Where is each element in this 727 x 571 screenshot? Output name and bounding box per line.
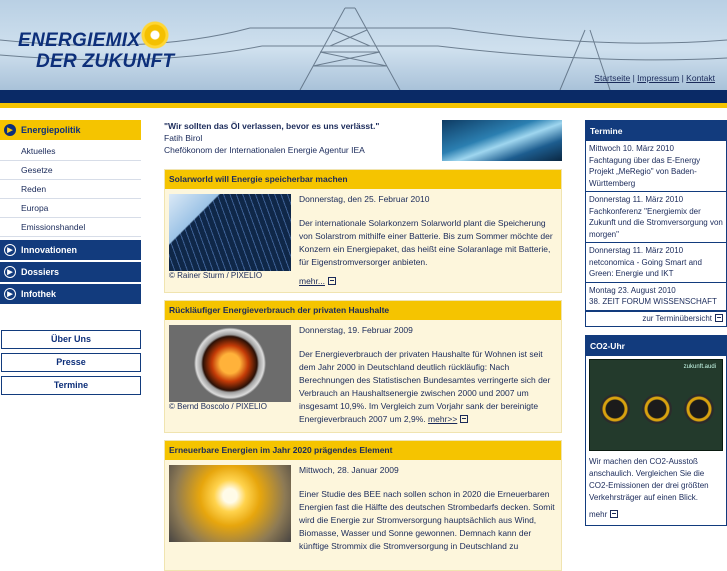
presse-button[interactable]: Presse bbox=[1, 353, 141, 372]
gauge-icon bbox=[642, 393, 672, 424]
external-link-icon bbox=[460, 415, 469, 423]
article-date: Mittwoch, 28. Januar 2009 bbox=[299, 465, 399, 475]
nav-sub-gesetze[interactable]: Gesetze bbox=[0, 161, 141, 180]
co2-box: CO2-Uhr zukunft.audi Wir machen den CO2-… bbox=[585, 334, 727, 526]
top-links: Startseite | Impressum | Kontakt bbox=[594, 73, 715, 83]
solar-panel-image bbox=[169, 194, 291, 271]
co2-clock-image[interactable]: zukunft.audi bbox=[589, 358, 723, 451]
external-link-icon bbox=[715, 313, 723, 322]
gauge-icon bbox=[684, 393, 714, 424]
header-accent-bar bbox=[0, 103, 727, 108]
termin-item[interactable]: Donnerstag 11. März 2010 Fachkonferenz "… bbox=[586, 192, 726, 243]
article-title[interactable]: Rückläufiger Energieverbrauch der privat… bbox=[165, 301, 561, 320]
arrow-circle-icon: ▶ bbox=[4, 124, 16, 136]
kontakt-link[interactable]: Kontakt bbox=[686, 73, 715, 83]
read-more-link[interactable]: mehr>> bbox=[428, 414, 457, 424]
impressum-link[interactable]: Impressum bbox=[637, 73, 679, 83]
nav-label: Infothek bbox=[21, 289, 56, 299]
image-caption: © Bernd Boscolo / PIXELIO bbox=[169, 402, 267, 411]
nav-energiepolitik[interactable]: ▶ Energiepolitik bbox=[0, 120, 141, 140]
header-banner: ENERGIEMIX DER ZUKUNFT Startseite | Impr… bbox=[0, 0, 727, 90]
termine-overview-link[interactable]: zur Terminübersicht bbox=[586, 310, 726, 326]
separator: | bbox=[632, 73, 635, 83]
heater-image bbox=[169, 325, 291, 402]
nav-sub-reden[interactable]: Reden bbox=[0, 180, 141, 199]
nav-label: Energiepolitik bbox=[21, 125, 81, 135]
nav-sub-emissionshandel[interactable]: Emissionshandel bbox=[0, 218, 141, 237]
article-body: Der internationale Solarkonzern Solarwor… bbox=[299, 218, 553, 267]
quote-image bbox=[442, 120, 562, 161]
external-link-icon bbox=[610, 509, 619, 518]
co2-title: CO2-Uhr bbox=[586, 335, 726, 356]
article-date: Donnerstag, 19. Februar 2009 bbox=[299, 325, 413, 335]
article-erneuerbare: Erneuerbare Energien im Jahr 2020 prägen… bbox=[164, 440, 562, 571]
image-caption: © Rainer Sturm / PIXELIO bbox=[169, 271, 263, 280]
external-link-icon bbox=[327, 277, 336, 285]
arrow-circle-icon: ▶ bbox=[4, 266, 16, 278]
termin-date: Donnerstag 11. März 2010 bbox=[589, 195, 684, 204]
article-title[interactable]: Erneuerbare Energien im Jahr 2020 prägen… bbox=[165, 441, 561, 460]
arrow-circle-icon: ▶ bbox=[4, 244, 16, 256]
co2-more-link[interactable]: mehr bbox=[586, 506, 726, 525]
termine-box: Termine Mittwoch 10. März 2010 Fachtagun… bbox=[585, 120, 727, 327]
article-body: Einer Studie des BEE nach sollen schon i… bbox=[299, 489, 555, 551]
co2-text: Wir machen den CO2-Ausstoß anschaulich. … bbox=[589, 456, 709, 502]
startseite-link[interactable]: Startseite bbox=[594, 73, 630, 83]
termin-item[interactable]: Montag 23. August 2010 38. ZEIT FORUM WI… bbox=[586, 283, 726, 311]
article-title[interactable]: Solarworld will Energie speicherbar mach… bbox=[165, 170, 561, 189]
ueber-uns-button[interactable]: Über Uns bbox=[1, 330, 141, 349]
article-energieverbrauch: Rückläufiger Energieverbrauch der privat… bbox=[164, 300, 562, 433]
sun-sky-image bbox=[169, 465, 291, 542]
header-bar bbox=[0, 90, 727, 103]
right-sidebar: Termine Mittwoch 10. März 2010 Fachtagun… bbox=[585, 120, 727, 534]
main-content: "Wir sollten das Öl verlassen, bevor es … bbox=[164, 120, 562, 571]
separator: | bbox=[681, 73, 684, 83]
nav-label: Innovationen bbox=[21, 245, 77, 255]
termin-text: Fachtagung über das E-Energy Projekt „Me… bbox=[589, 155, 701, 188]
nav-infothek[interactable]: ▶ Infothek bbox=[0, 284, 141, 304]
termin-text: 38. ZEIT FORUM WISSENSCHAFT bbox=[589, 297, 717, 306]
termin-item[interactable]: Mittwoch 10. März 2010 Fachtagung über d… bbox=[586, 141, 726, 192]
co2-more-label: mehr bbox=[589, 509, 608, 519]
article-body: Der Energieverbrauch der privaten Hausha… bbox=[299, 349, 551, 424]
nav-sub-europa[interactable]: Europa bbox=[0, 199, 141, 218]
co2-image-brand: zukunft.audi bbox=[683, 363, 716, 370]
nav-sub-aktuelles[interactable]: Aktuelles bbox=[0, 142, 141, 161]
article-solarworld: Solarworld will Energie speicherbar mach… bbox=[164, 169, 562, 293]
arrow-circle-icon: ▶ bbox=[4, 288, 16, 300]
article-date: Donnerstag, den 25. Februar 2010 bbox=[299, 194, 430, 204]
gauge-icon bbox=[600, 393, 630, 424]
nav-dossiers[interactable]: ▶ Dossiers bbox=[0, 262, 141, 282]
termin-text: Fachkonferenz "Energiemix der Zukunft un… bbox=[589, 206, 723, 239]
termine-button[interactable]: Termine bbox=[1, 376, 141, 395]
termin-date: Mittwoch 10. März 2010 bbox=[589, 144, 674, 153]
termin-text: netconomica - Going Smart and Green: Ene… bbox=[589, 257, 702, 279]
nav-label: Dossiers bbox=[21, 267, 60, 277]
sun-logo-icon bbox=[140, 20, 170, 50]
nav-innovationen[interactable]: ▶ Innovationen bbox=[0, 240, 141, 260]
termin-date: Montag 23. August 2010 bbox=[589, 285, 676, 295]
left-navigation: ▶ Energiepolitik Aktuelles Gesetze Reden… bbox=[0, 120, 141, 399]
termine-title: Termine bbox=[586, 121, 726, 141]
termin-item[interactable]: Donnerstag 11. März 2010 netconomica - G… bbox=[586, 243, 726, 283]
termin-date: Donnerstag 11. März 2010 bbox=[589, 246, 684, 255]
overview-label: zur Terminübersicht bbox=[642, 313, 712, 323]
quote-box: "Wir sollten das Öl verlassen, bevor es … bbox=[164, 120, 562, 162]
logo-line-2: DER ZUKUNFT bbox=[36, 51, 175, 72]
read-more-link[interactable]: mehr... bbox=[299, 276, 325, 286]
